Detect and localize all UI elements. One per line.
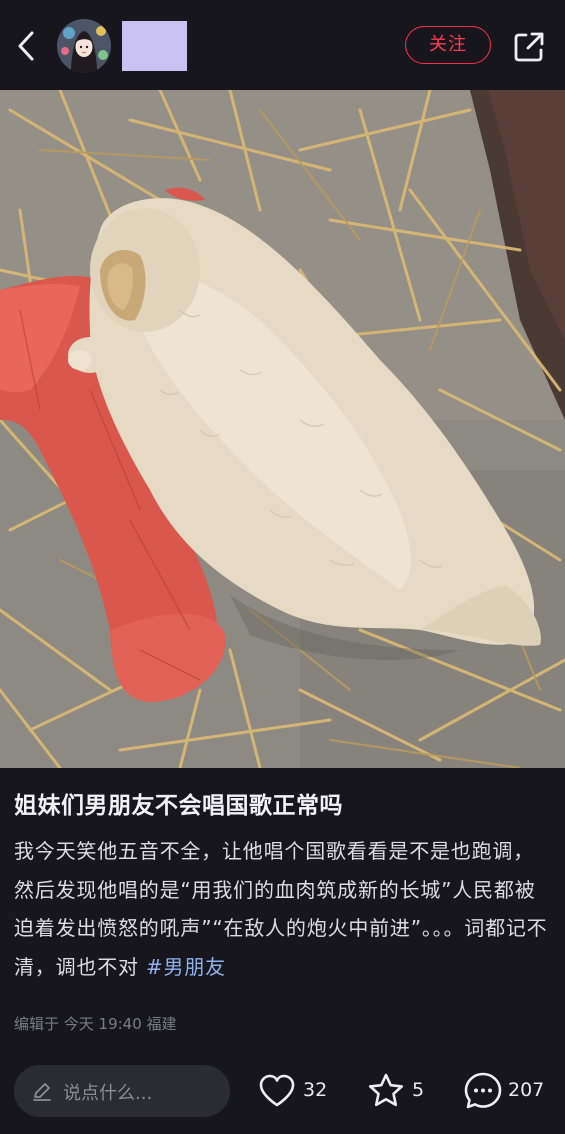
post-photo[interactable] xyxy=(0,90,565,768)
comment-button[interactable]: 207 xyxy=(463,1068,553,1114)
hashtag-link[interactable]: #男朋友 xyxy=(146,955,226,979)
favorite-button[interactable]: 5 xyxy=(366,1068,426,1114)
chat-bubble-icon xyxy=(464,1072,502,1109)
comment-count: 207 xyxy=(508,1079,545,1101)
top-bar: 关注 xyxy=(0,0,565,90)
author-name-redacted[interactable] xyxy=(122,21,187,71)
comment-placeholder: 说点什么... xyxy=(63,1083,153,1104)
post-title: 姐妹们男朋友不会唱国歌正常吗 xyxy=(14,793,343,819)
post-body-text: 我今天笑他五音不全，让他唱个国歌看看是不是也跑调，然后发现他唱的是“用我们的血肉… xyxy=(14,839,548,979)
avatar-image xyxy=(57,19,111,73)
favorite-count: 5 xyxy=(412,1079,425,1101)
pencil-icon xyxy=(33,1083,51,1101)
back-button[interactable] xyxy=(8,22,48,70)
like-count: 32 xyxy=(303,1079,328,1101)
post-meta: 编辑于 今天 19:40 福建 xyxy=(14,1015,177,1033)
puppy-photo-image xyxy=(0,90,565,768)
follow-button[interactable]: 关注 xyxy=(405,26,491,64)
like-button[interactable]: 32 xyxy=(257,1068,332,1114)
author-avatar[interactable] xyxy=(57,19,111,73)
share-button[interactable] xyxy=(510,28,548,66)
heart-icon xyxy=(259,1074,295,1107)
star-icon xyxy=(368,1073,404,1107)
chevron-left-icon xyxy=(18,31,34,61)
post-body: 我今天笑他五音不全，让他唱个国歌看看是不是也跑调，然后发现他唱的是“用我们的血肉… xyxy=(14,832,554,986)
share-icon xyxy=(514,32,544,62)
comment-input[interactable]: 说点什么... xyxy=(14,1065,230,1117)
